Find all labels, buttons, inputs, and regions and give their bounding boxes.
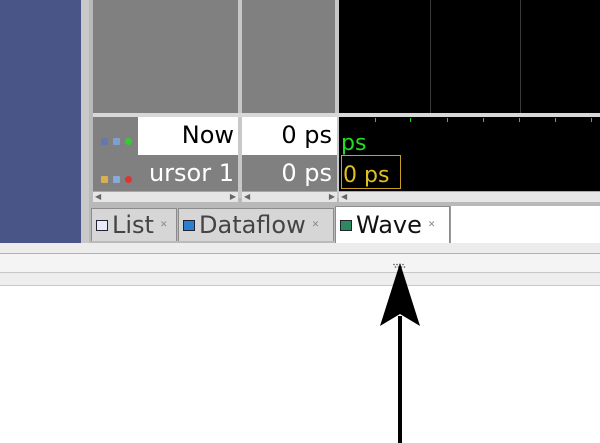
wave-scrollbar[interactable]: ◀	[339, 191, 600, 202]
left-panel	[0, 0, 81, 243]
cursor-label[interactable]: ursor 1	[138, 155, 234, 191]
tab-wave[interactable]: Wave ✕	[335, 206, 450, 243]
cursor-tool-icon[interactable]	[101, 138, 108, 145]
ruler-tick	[447, 118, 448, 122]
tab-dataflow-label: Dataflow	[199, 211, 306, 239]
scroll-left-icon[interactable]: ◀	[341, 192, 347, 202]
ruler-tick	[410, 118, 411, 122]
window-separator	[0, 243, 600, 254]
values-scrollbar[interactable]: ◀ ▶	[242, 191, 337, 202]
list-icon	[96, 219, 108, 231]
now-label: Now	[181, 121, 234, 149]
tab-list-label: List	[112, 211, 154, 239]
add-cursor-icon[interactable]	[125, 138, 133, 145]
wave-icon	[340, 219, 352, 231]
ruler-tick	[483, 118, 484, 122]
scroll-left-icon[interactable]: ◀	[244, 192, 250, 202]
remove-cursor-icon[interactable]	[125, 176, 133, 183]
names-scrollbar[interactable]: ◀ ▶	[93, 191, 238, 202]
cursor-time-label: 0 ps	[343, 163, 390, 188]
dataflow-icon	[183, 219, 195, 231]
tab-strip-empty	[450, 206, 600, 243]
tab-list[interactable]: List ✕	[91, 208, 177, 241]
panel-border	[81, 0, 89, 243]
grid-line	[520, 0, 521, 113]
signal-values-pane[interactable]	[242, 0, 337, 113]
now-toolbar-icons	[101, 130, 133, 149]
scroll-left-icon[interactable]: ◀	[95, 192, 101, 202]
cursor-value: 0 ps	[281, 159, 332, 187]
signal-names-pane[interactable]	[93, 0, 238, 113]
grid-line	[430, 0, 431, 113]
bottom-separator	[0, 272, 600, 286]
tab-dataflow[interactable]: Dataflow ✕	[178, 208, 334, 241]
annotation-arrow-icon	[380, 263, 420, 443]
scroll-right-icon[interactable]: ▶	[329, 192, 335, 202]
ruler-tick	[519, 118, 520, 122]
ruler-tick	[555, 118, 556, 122]
pencil-icon[interactable]	[113, 176, 121, 183]
close-icon[interactable]: ✕	[428, 220, 436, 230]
close-icon[interactable]: ✕	[160, 220, 168, 230]
ruler-tick	[591, 118, 592, 122]
close-icon[interactable]: ✕	[312, 220, 320, 230]
ruler-tick	[375, 118, 376, 122]
time-ruler	[339, 117, 600, 155]
scroll-right-icon[interactable]: ▶	[230, 192, 236, 202]
cursor-toolbar-icons	[101, 168, 133, 187]
splitter-bar[interactable]	[0, 254, 600, 272]
lock-icon[interactable]	[101, 176, 108, 183]
waveform-pane[interactable]	[339, 0, 600, 113]
edit-cursor-icon[interactable]	[113, 138, 121, 145]
tab-wave-label: Wave	[356, 211, 422, 239]
now-value: 0 ps	[281, 121, 332, 149]
